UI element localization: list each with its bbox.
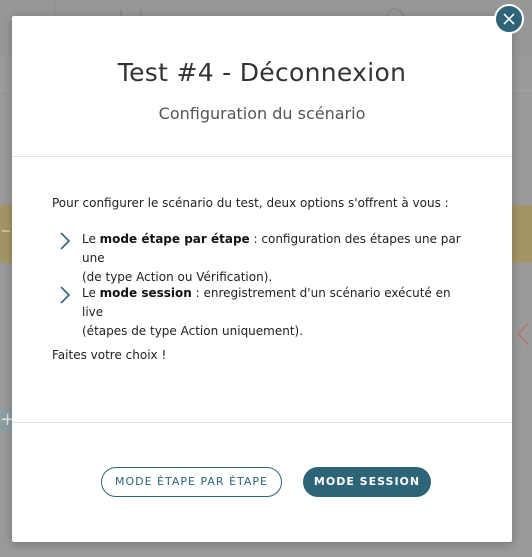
background-band-mark bbox=[2, 230, 10, 232]
option-prefix: Le bbox=[82, 232, 100, 246]
divider-top bbox=[12, 156, 512, 157]
chevron-right-icon bbox=[60, 286, 71, 308]
divider-bottom bbox=[12, 422, 512, 423]
plus-icon: + bbox=[0, 408, 16, 432]
close-icon bbox=[503, 13, 515, 25]
scenario-config-modal: Test #4 - Déconnexion Configuration du s… bbox=[12, 16, 512, 542]
option-description-line2: (étapes de type Action uniquement). bbox=[82, 324, 304, 338]
intro-text: Pour configurer le scénario du test, deu… bbox=[52, 196, 449, 210]
close-button[interactable] bbox=[494, 4, 524, 34]
option-description-line2: (de type Action ou Vérification). bbox=[82, 270, 273, 284]
option-step-by-step-text: Le mode étape par étape : configuration … bbox=[82, 230, 472, 287]
modal-title: Test #4 - Déconnexion bbox=[117, 58, 407, 87]
option-session-text: Le mode session : enregistrement d'un sc… bbox=[82, 284, 472, 341]
mode-session-button[interactable]: MODE SESSION bbox=[303, 467, 431, 497]
mode-step-by-step-button[interactable]: MODE ÉTAPE PAR ÉTAPE bbox=[101, 467, 282, 497]
chevron-right-icon bbox=[60, 232, 71, 254]
option-prefix: Le bbox=[82, 286, 100, 300]
modal-subtitle: Configuration du scénario bbox=[158, 104, 366, 123]
chevron-left-icon bbox=[516, 322, 532, 346]
option-session-name: mode session bbox=[99, 286, 192, 300]
option-step-by-step-name: mode étape par étape bbox=[99, 232, 250, 246]
outro-text: Faites votre choix ! bbox=[52, 348, 167, 362]
